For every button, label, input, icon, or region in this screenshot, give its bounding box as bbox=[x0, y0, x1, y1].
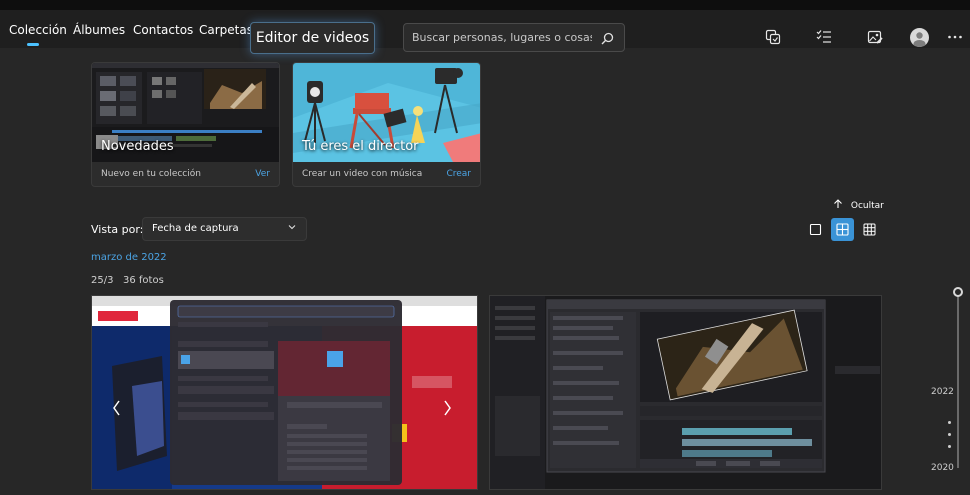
month-header[interactable]: marzo de 2022 bbox=[91, 252, 167, 263]
chevron-down-icon bbox=[288, 218, 296, 240]
timeline-dot bbox=[948, 433, 951, 436]
large-view-button[interactable] bbox=[804, 218, 827, 241]
photo-thumbnail-video-editor[interactable] bbox=[489, 295, 882, 490]
image-edit-icon[interactable] bbox=[867, 29, 883, 45]
whats-new-subtitle: Nuevo en tu colección bbox=[101, 169, 201, 179]
active-tab-indicator bbox=[27, 43, 39, 46]
view-by-value: Fecha de captura bbox=[152, 223, 239, 234]
view-by-dropdown[interactable]: Fecha de captura bbox=[142, 217, 307, 241]
hide-label: Ocultar bbox=[850, 201, 884, 211]
view-link[interactable]: Ver bbox=[255, 169, 270, 179]
timeline-scrubber-thumb[interactable] bbox=[953, 287, 963, 297]
group-date: 25/3 bbox=[91, 275, 114, 286]
photo-thumbnail-start-menu[interactable] bbox=[91, 295, 478, 490]
timeline-scrubber-track[interactable] bbox=[957, 292, 959, 468]
select-checklist-icon[interactable] bbox=[816, 29, 832, 45]
whats-new-title: Novedades bbox=[101, 139, 174, 154]
search-box[interactable] bbox=[403, 23, 625, 52]
account-avatar-icon[interactable] bbox=[910, 28, 929, 47]
arrow-up-icon bbox=[833, 199, 851, 211]
group-photo-count: 36 fotos bbox=[123, 275, 164, 286]
create-link[interactable]: Crear bbox=[446, 169, 471, 179]
timeline-dot bbox=[948, 421, 951, 424]
tab-coleccion[interactable]: Colección bbox=[9, 23, 67, 37]
timeline-year-2020[interactable]: 2020 bbox=[931, 463, 954, 473]
you-are-the-director-card[interactable]: Tú eres el director Crear un video con m… bbox=[292, 62, 481, 187]
square-icon bbox=[809, 223, 822, 236]
grid-3x3-icon bbox=[863, 223, 876, 236]
video-editor-tooltip: Editor de videos bbox=[250, 22, 375, 54]
tab-albumes[interactable]: Álbumes bbox=[73, 23, 125, 37]
more-options-icon[interactable] bbox=[947, 29, 963, 45]
search-input[interactable] bbox=[412, 24, 592, 51]
whats-new-card[interactable]: Novedades Nuevo en tu colección Ver bbox=[91, 62, 280, 187]
timeline-dot bbox=[948, 445, 951, 448]
view-by-label: Vista por: bbox=[91, 223, 144, 236]
hide-button[interactable]: Ocultar bbox=[833, 199, 884, 211]
import-icon[interactable] bbox=[765, 29, 781, 45]
director-title: Tú eres el director bbox=[302, 139, 419, 154]
search-icon[interactable] bbox=[601, 30, 614, 49]
director-subtitle: Crear un video con música bbox=[302, 169, 423, 179]
grid-2x2-icon bbox=[836, 223, 849, 236]
tab-contactos[interactable]: Contactos bbox=[133, 23, 193, 37]
timeline-year-2022[interactable]: 2022 bbox=[931, 387, 954, 397]
medium-view-button[interactable] bbox=[831, 218, 854, 241]
small-view-button[interactable] bbox=[858, 218, 881, 241]
top-bar: Colección Álbumes Contactos Carpetas bbox=[0, 0, 970, 52]
tab-carpetas[interactable]: Carpetas bbox=[199, 23, 253, 37]
